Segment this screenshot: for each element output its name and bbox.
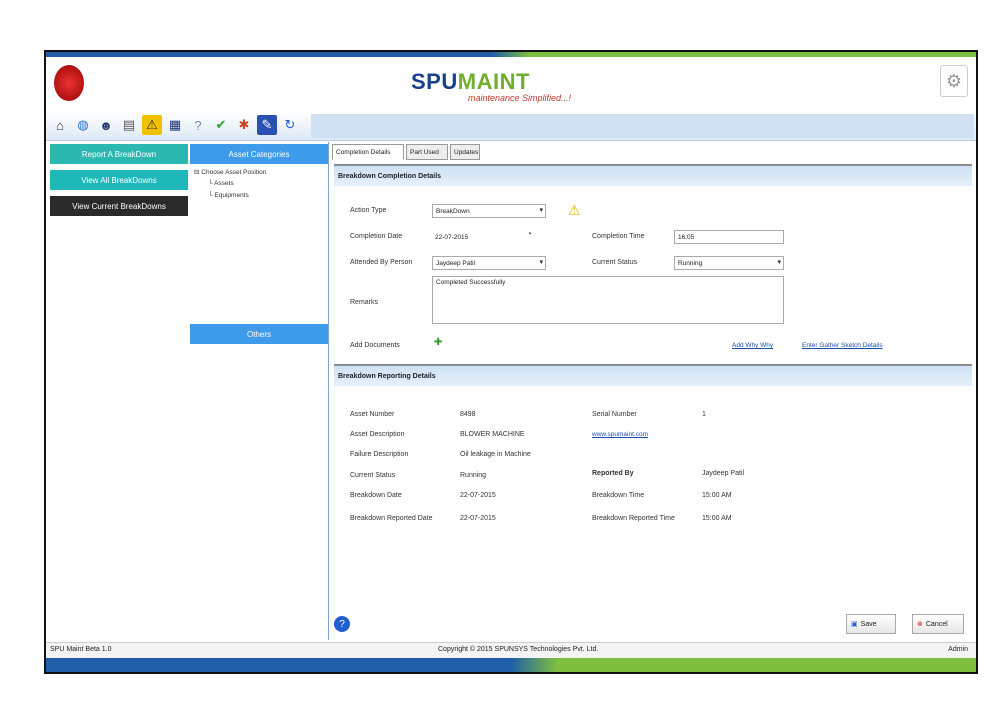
view-current-breakdowns-button[interactable]: View Current BreakDowns [50, 196, 188, 216]
completion-date-label: Completion Date [350, 233, 403, 240]
chevron-down-icon: ▾ [539, 207, 543, 214]
footer-version: SPU Maint Beta 1.0 [50, 646, 112, 653]
tree-item-assets[interactable]: └ Assets [208, 180, 234, 187]
serial-number-value: 1 [702, 411, 706, 418]
tree-item-label: Equipments [214, 192, 249, 199]
tree-item-equipments[interactable]: └ Equipments [208, 192, 249, 199]
tools-icon[interactable]: ✱ [234, 115, 254, 135]
action-type-value: BreakDown [436, 207, 470, 215]
current-status-value: Running [678, 259, 703, 267]
logo-part-2: MAINT [457, 69, 530, 94]
warning-icon[interactable]: ⚠ [142, 115, 162, 135]
gear-icon[interactable]: ⚙ [940, 65, 968, 97]
company-seal-logo [54, 65, 84, 101]
breakdown-date-value: 22-07-2015 [460, 492, 496, 499]
add-document-icon[interactable]: ✚ [434, 337, 442, 348]
tab-part-used[interactable]: Part Used [406, 144, 448, 160]
footer-copyright: Copyright © 2015 SPUNSYS Technologies Pv… [438, 646, 599, 653]
completion-date-field[interactable]: 22-07-2015 [432, 230, 520, 244]
footer: SPU Maint Beta 1.0 Copyright © 2015 SPUN… [46, 642, 976, 659]
tree-item-label: Assets [214, 180, 234, 187]
asset-number-value: 8498 [460, 411, 476, 418]
completion-time-field[interactable]: 16:05 [674, 230, 784, 244]
tab-completion-details[interactable]: Completion Details [332, 144, 404, 160]
asset-description-label: Asset Description [350, 431, 405, 438]
left-menu: Report A BreakDown View All BreakDowns V… [46, 142, 188, 662]
add-why-why-link[interactable]: Add Why Why [732, 342, 773, 349]
document-icon[interactable]: ▤ [119, 115, 139, 135]
cancel-icon: ⊗ [917, 621, 923, 628]
asset-categories-heading: Asset Categories [190, 144, 328, 164]
gather-sketch-link[interactable]: Enter Gather Sketch Details [802, 342, 883, 349]
footer-user: Admin [948, 646, 968, 653]
report-breakdown-button[interactable]: Report A BreakDown [50, 144, 188, 164]
cancel-label: Cancel [925, 620, 948, 628]
app-logo: SPUMAINT [411, 69, 530, 95]
user-icon[interactable]: ☻ [96, 115, 116, 135]
check-icon[interactable]: ✔ [211, 115, 231, 135]
bottom-color-stripe [46, 658, 976, 672]
toolbar-strip [311, 114, 974, 138]
attended-by-select[interactable]: Jaydeep Patil ▾ [432, 256, 546, 270]
remarks-textarea[interactable]: Completed Successfully [432, 276, 784, 324]
tree-root-label: Choose Asset Position [201, 169, 267, 176]
website-link[interactable]: www.spumaint.com [592, 431, 648, 438]
attended-by-value: Jaydeep Patil [436, 259, 476, 267]
cancel-button[interactable]: ⊗ Cancel [912, 614, 964, 634]
main-content: Completion Details Part Used Updates Bre… [330, 144, 974, 664]
completion-time-label: Completion Time [592, 233, 645, 240]
help-icon[interactable]: ? [188, 115, 208, 135]
reported-by-value: Jaydeep Patil [702, 470, 745, 477]
breakdown-reported-time-label: Breakdown Reported Time [592, 515, 675, 522]
remarks-label: Remarks [350, 299, 379, 306]
asset-number-label: Asset Number [350, 411, 395, 418]
app-window: SPUMAINT maintenance Simplified...! ⚙ ⌂ … [44, 50, 978, 674]
reported-by-label: Reported By [592, 470, 634, 477]
refresh-icon[interactable]: ↻ [280, 115, 300, 135]
breakdown-time-label: Breakdown Time [592, 492, 645, 499]
tree-root-item[interactable]: ⊟ Choose Asset Position [194, 168, 266, 176]
serial-number-label: Serial Number [592, 411, 637, 418]
save-label: Save [860, 620, 877, 628]
current-status-label: Current Status [350, 472, 396, 479]
reporting-section-header: Breakdown Reporting Details [334, 364, 972, 386]
failure-description-value: Oil leakage in Machine [460, 451, 531, 458]
failure-description-label: Failure Description [350, 451, 409, 458]
tab-updates[interactable]: Updates [450, 144, 480, 160]
action-type-label: Action Type [350, 207, 387, 214]
chevron-down-icon: ▾ [777, 259, 781, 266]
save-icon: ▣ [851, 621, 858, 628]
breakdown-date-label: Breakdown Date [350, 492, 402, 499]
current-status-select[interactable]: Running ▾ [674, 256, 784, 270]
help-icon[interactable]: ? [334, 616, 350, 632]
calendar-icon[interactable]: ◔ [526, 229, 532, 240]
completion-section-header: Breakdown Completion Details [334, 164, 972, 186]
asset-description-value: BLOWER MACHINE [460, 431, 525, 438]
book-icon[interactable]: ▦ [165, 115, 185, 135]
current-status-value: Running [460, 472, 487, 479]
breakdown-reported-date-label: Breakdown Reported Date [350, 515, 433, 522]
asset-tree-panel: Asset Categories ⊟ Choose Asset Position… [190, 142, 329, 640]
globe-icon[interactable]: ◍ [73, 115, 93, 135]
others-heading[interactable]: Others [190, 324, 328, 344]
action-bar: ? ▣ Save ⊗ Cancel [330, 612, 974, 638]
add-documents-label: Add Documents [350, 342, 400, 349]
attended-by-label: Attended By Person [350, 259, 413, 266]
logo-tagline: maintenance Simplified...! [468, 93, 572, 103]
action-type-select[interactable]: BreakDown ▾ [432, 204, 546, 218]
wrench-icon[interactable]: ✎ [257, 115, 277, 135]
save-button[interactable]: ▣ Save [846, 614, 896, 634]
view-all-breakdowns-button[interactable]: View All BreakDowns [50, 170, 188, 190]
current-status-label: Current Status [592, 259, 638, 266]
logo-part-1: SPU [411, 69, 458, 94]
home-icon[interactable]: ⌂ [50, 115, 70, 135]
breakdown-time-value: 15:00 AM [702, 492, 732, 499]
warning-icon: ⚠ [568, 202, 581, 218]
breakdown-reported-time-value: 15:00 AM [702, 515, 732, 522]
breakdown-reported-date-value: 22-07-2015 [460, 515, 496, 522]
header: SPUMAINT maintenance Simplified...! ⚙ [46, 57, 976, 112]
chevron-down-icon: ▾ [539, 259, 543, 266]
